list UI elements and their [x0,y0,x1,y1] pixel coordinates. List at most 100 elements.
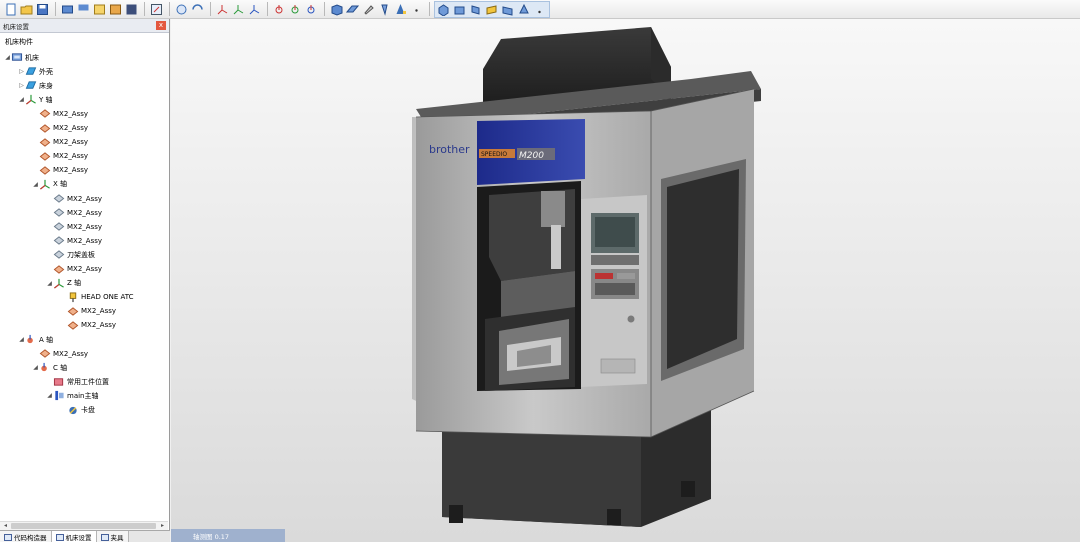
view-bottom-button[interactable] [500,2,515,17]
plane-icon [346,5,359,12]
scrollbar-thumb[interactable] [11,523,156,529]
tree-item[interactable]: ◢ A 轴 [18,333,53,346]
open-project-button[interactable] [92,2,107,17]
view-zoom-button[interactable] [516,2,531,17]
view-more-button[interactable] [532,2,547,17]
3d-viewport[interactable]: brother SPEEDIO M200 轴测图 0.17 [171,19,1080,542]
tree-item[interactable]: ◢ X 轴 [32,178,67,191]
machine-view-button[interactable] [60,2,75,17]
tree-item[interactable]: ▷ 外壳 [18,65,53,78]
rotate-refresh-button[interactable] [174,2,189,17]
part-gray-icon [53,249,65,260]
tree-item[interactable]: MX2_Assy [32,136,88,149]
expand-toggle-icon[interactable]: ▷ [18,68,25,75]
tab-icon [55,533,64,541]
tree-item[interactable]: HEAD ONE ATC [60,291,133,304]
spindle-head-icon [67,292,79,303]
tree-item[interactable]: ◢ Z 轴 [46,277,81,290]
view-status-label: 轴测图 0.17 [193,532,230,541]
tree-item-label: MX2_Assy [67,194,103,203]
tree-item[interactable]: ◢ Y 轴 [18,93,53,106]
tree-item-label: 刀架盖板 [67,250,95,259]
tree-item[interactable]: 卡盘 [60,404,95,417]
dot-menu-button[interactable] [409,2,424,17]
tree-item[interactable]: MX2_Assy [46,192,102,205]
axis-x-button[interactable] [215,2,230,17]
tree-item[interactable]: MX2_Assy [60,305,116,318]
part-orange-icon [39,151,51,162]
tree-item[interactable]: MX2_Assy [60,319,116,332]
tree-item[interactable]: MX2_Assy [32,347,88,360]
tree-item-label: HEAD ONE ATC [81,293,134,302]
tree-item[interactable]: ◢ main主轴 [46,389,99,402]
tree-item[interactable]: ◢ C 轴 [32,361,67,374]
open-project-icon [94,4,105,14]
expand-toggle-icon[interactable]: ◢ [46,280,53,287]
tree-item-label: Y 轴 [39,95,53,104]
plane-button[interactable] [345,2,360,17]
tree-item[interactable]: MX2_Assy [32,150,88,163]
new-file-button[interactable] [3,2,18,17]
settings-edit-button[interactable] [149,2,164,17]
view-top-button[interactable] [484,2,499,17]
scroll-left-arrow-icon[interactable]: ◂ [1,522,10,530]
tree-item[interactable]: MX2_Assy [32,107,88,120]
expand-toggle-icon[interactable]: ◢ [32,364,39,371]
axis-y-button[interactable] [231,2,246,17]
save-button[interactable] [35,2,50,17]
tree-item-label: MX2_Assy [53,152,89,161]
expand-toggle-icon[interactable]: ◢ [18,96,25,103]
axis-rotate-a-button[interactable] [272,2,287,17]
panel-tab[interactable]: 机床设置 [51,531,97,542]
tool-button[interactable] [377,2,392,17]
cone-button[interactable] [393,2,408,17]
axis-rotate-c-button[interactable] [304,2,319,17]
part-orange-icon [39,165,51,176]
toolbar-separator [210,2,211,16]
axis-z-button[interactable] [247,2,262,17]
toolbar-separator [324,2,325,16]
expand-toggle-icon[interactable]: ▷ [18,82,25,89]
horizontal-scrollbar[interactable]: ◂ ▸ [0,521,168,530]
scroll-right-arrow-icon[interactable]: ▸ [158,522,167,530]
panel-tab[interactable]: 代码构造器 [0,531,52,542]
part-gray-icon [53,235,65,246]
view-side-button[interactable] [468,2,483,17]
expand-toggle-icon[interactable]: ◢ [4,54,11,61]
sync-button[interactable] [190,2,205,17]
expand-toggle-icon[interactable]: ◢ [18,336,25,343]
axis-rotate-c-icon [307,4,315,13]
rotary-axis-icon [39,362,51,373]
tree-header: 机床构件 [5,38,33,46]
expand-toggle-icon[interactable]: ◢ [32,181,39,188]
tab-icon [100,533,109,541]
export-button[interactable] [108,2,123,17]
axis-rotate-b-icon [291,4,299,13]
solid-cube-button[interactable] [329,2,344,17]
tree-item[interactable]: ◢ 机床 [4,51,39,64]
tree-item[interactable]: MX2_Assy [46,206,102,219]
tree-item[interactable]: MX2_Assy [46,220,102,233]
open-folder-button[interactable] [19,2,34,17]
tree-item[interactable]: MX2_Assy [32,164,88,177]
panel-tab[interactable]: 夹具 [96,531,129,542]
tree-item[interactable]: ▷ 床身 [18,79,53,92]
tree-item[interactable]: 常用工件位置 [46,375,109,388]
tool-icon [381,4,388,16]
scale-button[interactable] [76,2,91,17]
tree-item[interactable]: MX2_Assy [32,122,88,135]
tree-item[interactable]: MX2_Assy [46,234,102,247]
expand-toggle-icon[interactable]: ◢ [46,392,53,399]
paint-button[interactable] [361,2,376,17]
tree-item[interactable]: MX2_Assy [46,263,102,276]
axis-rotate-b-button[interactable] [288,2,303,17]
tree-item[interactable]: 刀架盖板 [46,248,95,261]
view-bottom-icon [502,5,513,16]
new-file-icon [6,3,16,15]
script-button[interactable] [124,2,139,17]
panel-close-button[interactable]: x [156,21,166,30]
panel-header: 机床设置 x [0,19,169,33]
view-iso-button[interactable] [436,2,451,17]
tree-item-label: MX2_Assy [53,166,89,175]
view-front-button[interactable] [452,2,467,17]
